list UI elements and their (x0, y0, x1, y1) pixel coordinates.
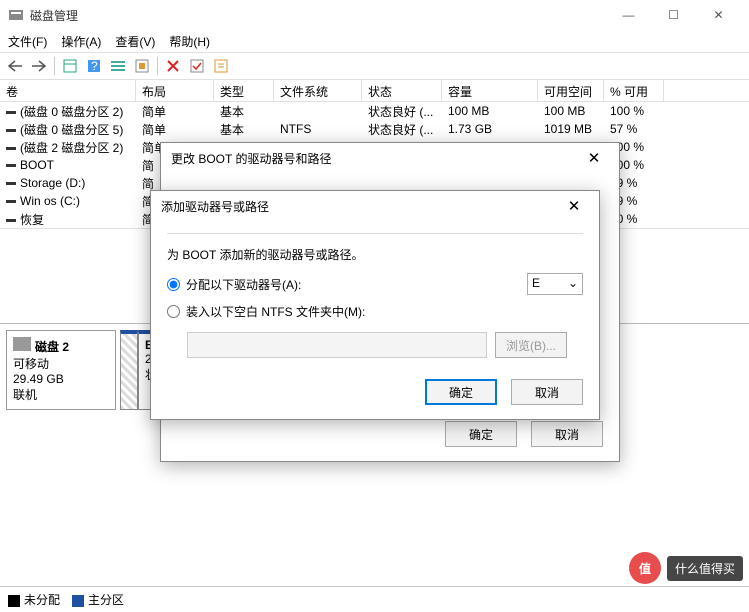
maximize-button[interactable]: ☐ (651, 0, 696, 30)
chevron-down-icon: ⌄ (568, 276, 578, 290)
dialog2-close-icon[interactable]: ✕ (559, 197, 589, 215)
watermark-text: 什么值得买 (667, 556, 743, 581)
watermark-icon: 值 (629, 552, 661, 584)
col-pct[interactable]: % 可用 (604, 80, 664, 101)
list-icon[interactable] (107, 55, 129, 77)
dialog2-cancel-button[interactable]: 取消 (511, 379, 583, 405)
settings-icon[interactable] (131, 55, 153, 77)
back-icon[interactable] (4, 55, 26, 77)
mount-folder-label: 装入以下空白 NTFS 文件夹中(M): (186, 303, 365, 320)
menu-action[interactable]: 操作(A) (61, 33, 101, 50)
disk-info[interactable]: 磁盘 2 可移动 29.49 GB 联机 (6, 330, 116, 410)
legend-unalloc-swatch (8, 595, 20, 607)
close-button[interactable]: ✕ (696, 0, 741, 30)
drive-letter-select[interactable]: E ⌄ (527, 273, 583, 295)
minimize-button[interactable]: — (606, 0, 651, 30)
dialog2-title: 添加驱动器号或路径 (161, 198, 269, 215)
disk-type: 可移动 (13, 355, 109, 372)
legend: 未分配 主分区 (0, 586, 749, 612)
dialog1-close-icon[interactable]: ✕ (579, 149, 609, 167)
watermark: 值 什么值得买 (629, 552, 743, 584)
forward-icon[interactable] (28, 55, 50, 77)
col-free[interactable]: 可用空间 (538, 80, 604, 101)
legend-primary: 主分区 (88, 593, 124, 607)
legend-primary-swatch (72, 595, 84, 607)
disk-name: 磁盘 2 (35, 340, 69, 354)
view-icon[interactable] (59, 55, 81, 77)
menu-view[interactable]: 查看(V) (115, 33, 155, 50)
menu-help[interactable]: 帮助(H) (169, 33, 210, 50)
app-icon (8, 7, 24, 23)
col-fs[interactable]: 文件系统 (274, 80, 362, 101)
partition-gap[interactable] (120, 330, 138, 410)
table-row[interactable]: (磁盘 0 磁盘分区 2)简单基本状态良好 (...100 MB100 MB10… (0, 102, 749, 120)
titlebar: 磁盘管理 — ☐ ✕ (0, 0, 749, 30)
disk-size: 29.49 GB (13, 372, 109, 386)
toolbar: ? (0, 52, 749, 80)
menu-file[interactable]: 文件(F) (8, 33, 47, 50)
assign-letter-label: 分配以下驱动器号(A): (186, 276, 301, 293)
add-drive-letter-dialog: 添加驱动器号或路径 ✕ 为 BOOT 添加新的驱动器号或路径。 分配以下驱动器号… (150, 190, 600, 420)
props-icon[interactable] (210, 55, 232, 77)
disk-icon (13, 337, 31, 351)
menubar: 文件(F) 操作(A) 查看(V) 帮助(H) (0, 30, 749, 52)
check-icon[interactable] (186, 55, 208, 77)
col-layout[interactable]: 布局 (136, 80, 214, 101)
mount-folder-radio[interactable] (167, 305, 180, 318)
disk-status: 联机 (13, 386, 109, 403)
browse-button: 浏览(B)... (495, 332, 567, 358)
col-type[interactable]: 类型 (214, 80, 274, 101)
legend-unalloc: 未分配 (24, 593, 60, 607)
table-row[interactable]: (磁盘 0 磁盘分区 5)简单基本NTFS状态良好 (...1.73 GB101… (0, 120, 749, 138)
svg-text:?: ? (91, 59, 98, 73)
window-title: 磁盘管理 (30, 7, 606, 24)
delete-icon[interactable] (162, 55, 184, 77)
mount-path-input (187, 332, 487, 358)
help-icon[interactable]: ? (83, 55, 105, 77)
col-volume[interactable]: 卷 (0, 80, 136, 101)
col-status[interactable]: 状态 (362, 80, 442, 101)
assign-letter-radio[interactable] (167, 278, 180, 291)
dialog2-ok-button[interactable]: 确定 (425, 379, 497, 405)
col-cap[interactable]: 容量 (442, 80, 538, 101)
dialog2-desc: 为 BOOT 添加新的驱动器号或路径。 (167, 246, 583, 263)
dialog1-title: 更改 BOOT 的驱动器号和路径 (171, 150, 331, 167)
dialog1-ok-button[interactable]: 确定 (445, 421, 517, 447)
dialog1-cancel-button[interactable]: 取消 (531, 421, 603, 447)
